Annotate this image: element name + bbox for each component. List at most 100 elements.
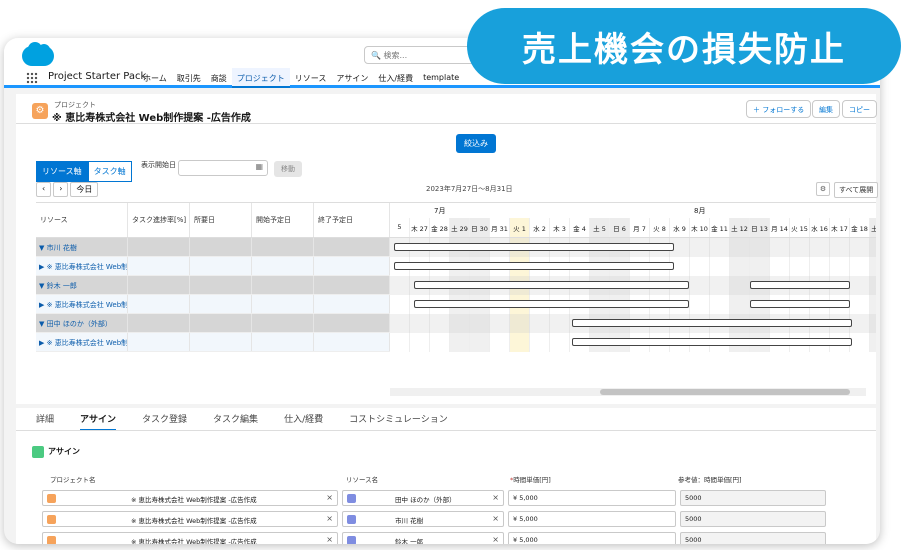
resource-row[interactable]: ▼ 鈴木 一郎 — [36, 276, 390, 295]
start-date-label: 表示開始日 — [141, 161, 176, 169]
row-cell — [252, 238, 314, 256]
row-cell — [128, 333, 190, 351]
project-icon — [47, 536, 56, 544]
row-cell — [128, 295, 190, 313]
assign-row: ※ 恵比寿株式会社 Web制作提案 -広告作成 × 田中 ほのか（外部） × ¥ 5,0… — [42, 490, 832, 506]
row-cell — [314, 314, 390, 332]
clear-icon[interactable]: × — [492, 493, 499, 502]
clear-icon[interactable]: × — [326, 514, 333, 523]
assign-row: ※ 恵比寿株式会社 Web制作提案 -広告作成 × 鈴木 一郎 × ¥ 5,000 500… — [42, 532, 832, 544]
hourly-rate-input[interactable]: ¥ 5,000 — [508, 490, 676, 506]
project-lookup[interactable]: ※ 恵比寿株式会社 Web制作提案 -広告作成 × — [42, 490, 338, 506]
prev-button[interactable]: ‹ — [36, 182, 52, 197]
gantt-bar[interactable] — [414, 300, 689, 308]
resource-lookup[interactable]: 田中 ほのか（外部） × — [342, 490, 504, 506]
clear-icon[interactable]: × — [492, 535, 499, 544]
gantt-bar[interactable] — [394, 262, 674, 270]
tab[interactable]: コストシミュレーション — [349, 412, 448, 431]
row-cell — [314, 276, 390, 294]
scroll-thumb[interactable] — [600, 389, 850, 395]
next-button[interactable]: › — [53, 182, 69, 197]
settings-icon[interactable]: ⚙ — [816, 182, 830, 196]
nav-item[interactable]: リソース — [290, 68, 332, 88]
copy-button[interactable]: コピー — [842, 100, 877, 118]
assign-icon — [32, 446, 44, 458]
resource-axis-button[interactable]: リソース軸 — [36, 161, 88, 182]
gantt-bar[interactable] — [750, 281, 850, 289]
record-header: ⚙ プロジェクト ※ 恵比寿株式会社 Web制作提案 -広告作成 ＋ フォローす… — [16, 94, 877, 124]
hourly-rate-input[interactable]: ¥ 5,000 — [508, 532, 676, 544]
row-cell — [252, 295, 314, 313]
filter-button[interactable]: 絞込み — [456, 134, 496, 153]
follow-button[interactable]: ＋ フォローする — [746, 100, 812, 118]
app-launcher-icon[interactable] — [26, 72, 38, 84]
project-value: ※ 恵比寿株式会社 Web制作提案 -広告作成 — [131, 517, 257, 525]
nav-item[interactable]: ホーム — [138, 68, 172, 88]
resource-lookup[interactable]: 市川 花樹 × — [342, 511, 504, 527]
gantt-bar[interactable] — [572, 319, 852, 327]
move-button[interactable]: 移動 — [274, 161, 302, 177]
task-axis-button[interactable]: タスク軸 — [87, 161, 132, 182]
today-button[interactable]: 今日 — [70, 182, 99, 197]
chart-body — [390, 238, 876, 352]
resource-lookup[interactable]: 鈴木 一郎 × — [342, 532, 504, 544]
clear-icon[interactable]: × — [326, 493, 333, 502]
row-cell — [252, 257, 314, 275]
task-row[interactable]: ▶ ※ 恵比寿株式会社 Web制作 — [36, 257, 390, 276]
grid-column-header: リソース — [36, 203, 128, 237]
tab[interactable]: アサイン — [80, 412, 117, 431]
nav-item[interactable]: template — [418, 68, 464, 88]
grid-column-header: 所要日 — [190, 203, 252, 237]
day-label: 土 12 — [730, 218, 750, 237]
start-date-input[interactable]: ▦ — [178, 160, 268, 176]
day-label: 水 2 — [530, 218, 550, 237]
nav-item[interactable]: 仕入/経費 — [373, 68, 418, 88]
clear-icon[interactable]: × — [326, 535, 333, 544]
hourly-rate-input[interactable]: ¥ 5,000 — [508, 511, 676, 527]
resource-row[interactable]: ▼ 市川 花樹 — [36, 238, 390, 257]
resource-value: 鈴木 一郎 — [395, 538, 424, 544]
row-cell — [190, 314, 252, 332]
timeline-scrollbar[interactable] — [390, 388, 866, 396]
nav-item[interactable]: 商談 — [206, 68, 232, 88]
row-cell — [190, 333, 252, 351]
day-label: 土 5 — [590, 218, 610, 237]
project-value: ※ 恵比寿株式会社 Web制作提案 -広告作成 — [131, 538, 257, 544]
tab-divider — [16, 430, 876, 431]
row-cell — [128, 314, 190, 332]
task-row[interactable]: ▶ ※ 恵比寿株式会社 Web制作 — [36, 295, 390, 314]
task-row[interactable]: ▶ ※ 恵比寿株式会社 Web制作 — [36, 333, 390, 352]
gantt-bar[interactable] — [572, 338, 852, 346]
tab[interactable]: タスク編集 — [213, 412, 258, 431]
record-title: ※ 恵比寿株式会社 Web制作提案 -広告作成 — [52, 113, 251, 124]
gantt-bar[interactable] — [394, 243, 674, 251]
expand-all-button[interactable]: すべて展開 — [834, 182, 879, 198]
day-label: 木 3 — [550, 218, 570, 237]
day-label: 月 31 — [490, 218, 510, 237]
clear-icon[interactable]: × — [492, 514, 499, 523]
row-cell — [190, 295, 252, 313]
ref-rate-value: 5000 — [680, 511, 826, 527]
gantt-bar[interactable] — [414, 281, 689, 289]
ref-rate-value: 5000 — [680, 532, 826, 544]
global-search-input[interactable]: 🔍 検索... — [364, 46, 484, 64]
nav-item[interactable]: プロジェクト — [231, 68, 290, 88]
nav-item[interactable]: アサイン — [331, 68, 373, 88]
project-lookup[interactable]: ※ 恵比寿株式会社 Web制作提案 -広告作成 × — [42, 511, 338, 527]
month-label: 8月 — [694, 207, 706, 215]
tab[interactable]: タスク登録 — [142, 412, 187, 431]
col-ref-rate: 参考値：時間単価[円] — [678, 476, 742, 484]
resource-row[interactable]: ▼ 田中 ほのか（外部） — [36, 314, 390, 333]
gantt-bar[interactable] — [750, 300, 850, 308]
day-label: 火 15 — [790, 218, 810, 237]
project-lookup[interactable]: ※ 恵比寿株式会社 Web制作提案 -広告作成 × — [42, 532, 338, 544]
tab[interactable]: 詳細 — [36, 412, 54, 431]
tab[interactable]: 仕入/経費 — [284, 412, 323, 431]
project-value: ※ 恵比寿株式会社 Web制作提案 -広告作成 — [131, 496, 257, 504]
row-label: ▶ ※ 恵比寿株式会社 Web制作 — [36, 333, 128, 351]
axis-toggle: リソース軸 タスク軸 — [36, 161, 132, 182]
nav-item[interactable]: 取引先 — [172, 68, 206, 88]
grid-column-header: タスク進捗率[%] — [128, 203, 190, 237]
row-cell — [252, 333, 314, 351]
edit-button[interactable]: 編集 — [812, 100, 840, 118]
